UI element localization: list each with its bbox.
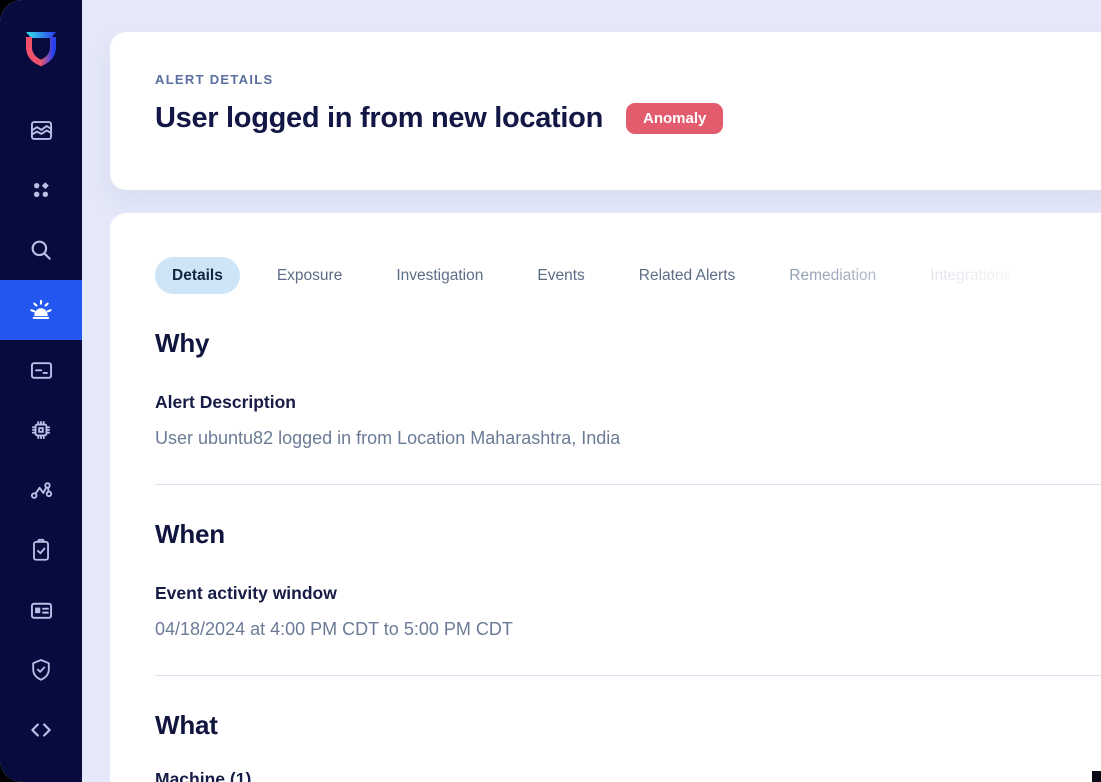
- shield-logo-icon: [19, 24, 63, 73]
- area-chart-icon: [28, 117, 55, 144]
- tab-related-alerts[interactable]: Related Alerts: [622, 257, 753, 294]
- section-heading-when: When: [155, 519, 1101, 550]
- sidebar-item-activity[interactable]: [0, 460, 82, 520]
- apps-grid-icon: [28, 177, 54, 203]
- sidebar-item-console[interactable]: [0, 340, 82, 400]
- section-what: What Machine (1): [155, 676, 1101, 782]
- shield-check-icon: [28, 657, 54, 683]
- sidebar-nav: [0, 100, 82, 782]
- event-window-value: 04/18/2024 at 4:00 PM CDT to 5:00 PM CDT: [155, 619, 1101, 640]
- network-graph-icon: [28, 477, 55, 504]
- sidebar-item-developer[interactable]: [0, 700, 82, 760]
- window-card-icon: [28, 357, 55, 384]
- sidebar-item-dashboard[interactable]: [0, 100, 82, 160]
- sidebar-item-partial[interactable]: [0, 760, 82, 782]
- section-heading-why: Why: [155, 328, 1101, 359]
- alert-description-value: User ubuntu82 logged in from Location Ma…: [155, 428, 1101, 449]
- section-when: When Event activity window 04/18/2024 at…: [155, 485, 1101, 675]
- sidebar-item-assets[interactable]: [0, 400, 82, 460]
- tab-remediation[interactable]: Remediation: [772, 257, 893, 294]
- clipboard-check-icon: [28, 537, 54, 563]
- alert-description-label: Alert Description: [155, 392, 1101, 413]
- section-why: Why Alert Description User ubuntu82 logg…: [155, 294, 1101, 484]
- tab-exposure[interactable]: Exposure: [260, 257, 359, 294]
- alert-content-card: Details Exposure Investigation Events Re…: [110, 213, 1101, 782]
- alert-siren-icon: [27, 296, 55, 324]
- sidebar-item-reports[interactable]: [0, 580, 82, 640]
- cpu-chip-icon: [28, 417, 54, 443]
- alert-header-card: ALERT DETAILS User logged in from new lo…: [110, 32, 1101, 190]
- section-heading-what: What: [155, 710, 1101, 741]
- tab-events[interactable]: Events: [520, 257, 601, 294]
- code-icon: [27, 716, 55, 744]
- tab-integrations[interactable]: Integrations: [913, 257, 1028, 294]
- sidebar-item-compliance[interactable]: [0, 520, 82, 580]
- event-window-label: Event activity window: [155, 583, 1101, 604]
- partial-bottom-icon: [27, 776, 55, 782]
- sidebar-item-alerts[interactable]: [0, 280, 82, 340]
- tab-investigation[interactable]: Investigation: [379, 257, 500, 294]
- page-eyebrow: ALERT DETAILS: [155, 72, 1101, 87]
- id-card-icon: [28, 597, 55, 624]
- search-icon: [28, 237, 54, 263]
- machine-label: Machine (1): [155, 769, 1101, 782]
- sidebar-item-apps[interactable]: [0, 160, 82, 220]
- sidebar-item-search[interactable]: [0, 220, 82, 280]
- sidebar: [0, 0, 82, 782]
- main-area: ALERT DETAILS User logged in from new lo…: [82, 0, 1101, 782]
- tab-details[interactable]: Details: [155, 257, 240, 294]
- status-badge: Anomaly: [626, 103, 723, 134]
- app-window: ALERT DETAILS User logged in from new lo…: [0, 0, 1101, 782]
- app-logo[interactable]: [0, 24, 82, 73]
- sidebar-item-policies[interactable]: [0, 640, 82, 700]
- page-title: User logged in from new location: [155, 102, 603, 135]
- tab-bar: Details Exposure Investigation Events Re…: [155, 257, 1101, 294]
- corner-artifact: [1092, 771, 1101, 782]
